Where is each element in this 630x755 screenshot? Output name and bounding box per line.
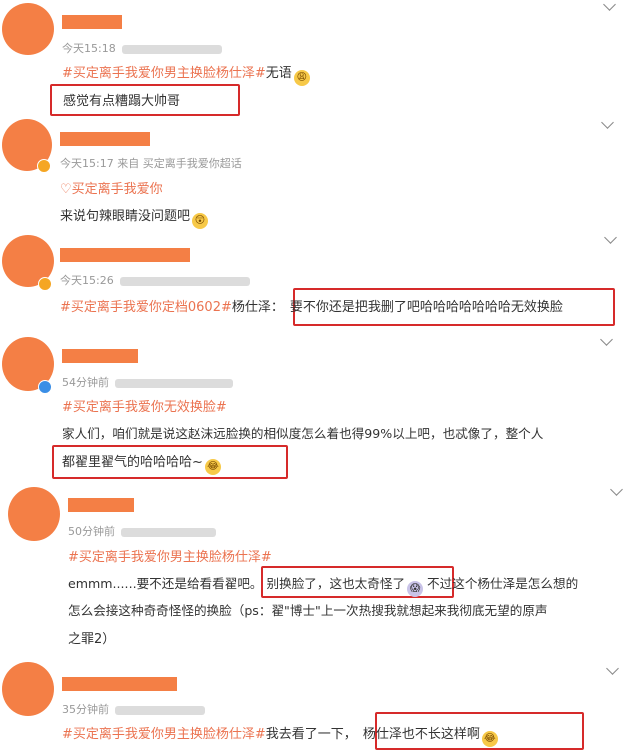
comment-text-line: 来说句辣眼睛没问题吧 😲 [60, 205, 209, 229]
comment-meta: 54分钟前 [62, 374, 233, 390]
emoji-icon: 😩 [293, 70, 310, 86]
comment-meta: 今天15:18 [62, 40, 222, 56]
comment-source: 来自 买定离手我爱你超话 [117, 157, 242, 170]
topic-link[interactable]: #买定离手我爱你无效换脸# [62, 400, 227, 415]
emoji-icon: 😲 [192, 213, 209, 229]
comment-item: 今天15:18 #买定离手我爱你男主换脸杨仕泽#无语 😩 感觉有点糟蹋大帅哥 [0, 0, 630, 116]
chevron-down-icon[interactable] [606, 662, 619, 675]
comment-time: 今天15:17 [60, 157, 114, 170]
highlighted-text: 别换脸了，这也太奇怪了 [266, 576, 406, 591]
topic-link[interactable]: #买定离手我爱你男主换脸杨仕泽# [62, 66, 266, 81]
comment-item: 50分钟前 #买定离手我爱你男主换脸杨仕泽# emmm......要不还是给看看… [0, 482, 630, 652]
comment-text-line: emmm......要不还是给看看翟吧。 别换脸了，这也太奇怪了 😱 不过这个杨仕泽是… [68, 573, 578, 597]
blurred-source [121, 527, 216, 537]
verified-badge-blue-icon [38, 380, 52, 394]
comment-item: 54分钟前 #买定离手我爱你无效换脸# 家人们，咱们就是说这赵沫远脸换的相似度怎… [0, 333, 630, 479]
blurred-source [119, 276, 250, 286]
comment-text-line: 感觉有点糟蹋大帅哥 [63, 94, 181, 109]
heart-icon: ♡ [60, 182, 72, 197]
comment-text-line: #买定离手我爱你男主换脸杨仕泽# [68, 546, 272, 565]
comment-text-line: #买定离手我爱你男主换脸杨仕泽#我去看了一下， 杨仕泽也不长这样啊 😂 [62, 723, 498, 747]
comment-text-line: ♡买定离手我爱你 [60, 178, 163, 197]
topic-link[interactable]: #买定离手我爱你男主换脸杨仕泽# [68, 550, 272, 565]
emoji-icon: 😂 [204, 459, 221, 475]
comment-meta: 50分钟前 [68, 523, 216, 539]
topic-link[interactable]: #买定离手我爱你定档0602# [60, 300, 232, 315]
comment-time: 今天15:18 [62, 42, 116, 55]
blurred-source [121, 44, 222, 54]
comment-time: 35分钟前 [62, 703, 109, 716]
chevron-down-icon[interactable] [600, 333, 613, 346]
emoji-icon: 😂 [481, 731, 498, 747]
avatar[interactable] [8, 487, 60, 541]
highlighted-text: 要不你还是把我删了吧哈哈哈哈哈哈哈无效换脸 [289, 300, 563, 315]
verified-badge-gold-icon [38, 277, 52, 291]
blurred-source [115, 378, 233, 388]
comment-time: 50分钟前 [68, 525, 115, 538]
username-redacted[interactable] [62, 349, 138, 363]
avatar[interactable] [2, 3, 54, 55]
comment-time: 今天15:26 [60, 274, 114, 287]
comment-text-line: 都翟里翟气的哈哈哈哈~ 😂 [62, 451, 221, 475]
comment-item: 今天15:17 来自 买定离手我爱你超话 ♡买定离手我爱你 来说句辣眼睛没问题吧… [0, 115, 630, 230]
comment-text-line: #买定离手我爱你定档0602#杨仕泽： 要不你还是把我删了吧哈哈哈哈哈哈哈无效换脸 [60, 300, 563, 315]
comment-text-line: 家人们，咱们就是说这赵沫远脸换的相似度怎么着也得99%以上吧，也忒像了，整个人 [62, 426, 544, 441]
username-redacted[interactable] [62, 15, 122, 29]
topic-link[interactable]: #买定离手我爱你男主换脸杨仕泽# [62, 727, 266, 742]
comment-meta: 今天15:17 来自 买定离手我爱你超话 [60, 155, 242, 171]
avatar[interactable] [2, 662, 54, 716]
comment-item: 今天15:26 #买定离手我爱你定档0602#杨仕泽： 要不你还是把我删了吧哈哈哈… [0, 231, 630, 329]
username-redacted[interactable] [62, 677, 177, 691]
username-redacted[interactable] [60, 248, 190, 262]
comment-item: 35分钟前 #买定离手我爱你男主换脸杨仕泽#我去看了一下， 杨仕泽也不长这样啊 😂 [0, 657, 630, 755]
comment-meta: 35分钟前 [62, 701, 205, 717]
blurred-source [115, 705, 205, 715]
verified-badge-gold-icon [37, 159, 51, 173]
comment-meta: 今天15:26 [60, 272, 250, 288]
chevron-down-icon[interactable] [610, 483, 623, 496]
chevron-down-icon[interactable] [601, 116, 614, 129]
chevron-down-icon[interactable] [604, 231, 617, 244]
comment-time: 54分钟前 [62, 376, 109, 389]
comment-text-line: #买定离手我爱你男主换脸杨仕泽#无语 😩 [62, 62, 310, 86]
chevron-down-icon[interactable] [603, 0, 616, 11]
username-redacted[interactable] [60, 132, 150, 146]
highlighted-text: 杨仕泽也不长这样啊 [362, 727, 480, 742]
topic-link[interactable]: 买定离手我爱你 [72, 182, 163, 197]
comment-text-line: 之罪2） [68, 632, 116, 647]
comment-text-line: #买定离手我爱你无效换脸# [62, 396, 227, 415]
comment-text-line: 怎么会接这种奇奇怪怪的换脸（ps：翟"博士"上一次热搜我就想起来我彻底无望的原声 [68, 603, 548, 618]
username-redacted[interactable] [68, 498, 134, 512]
emoji-icon: 😱 [407, 581, 424, 597]
